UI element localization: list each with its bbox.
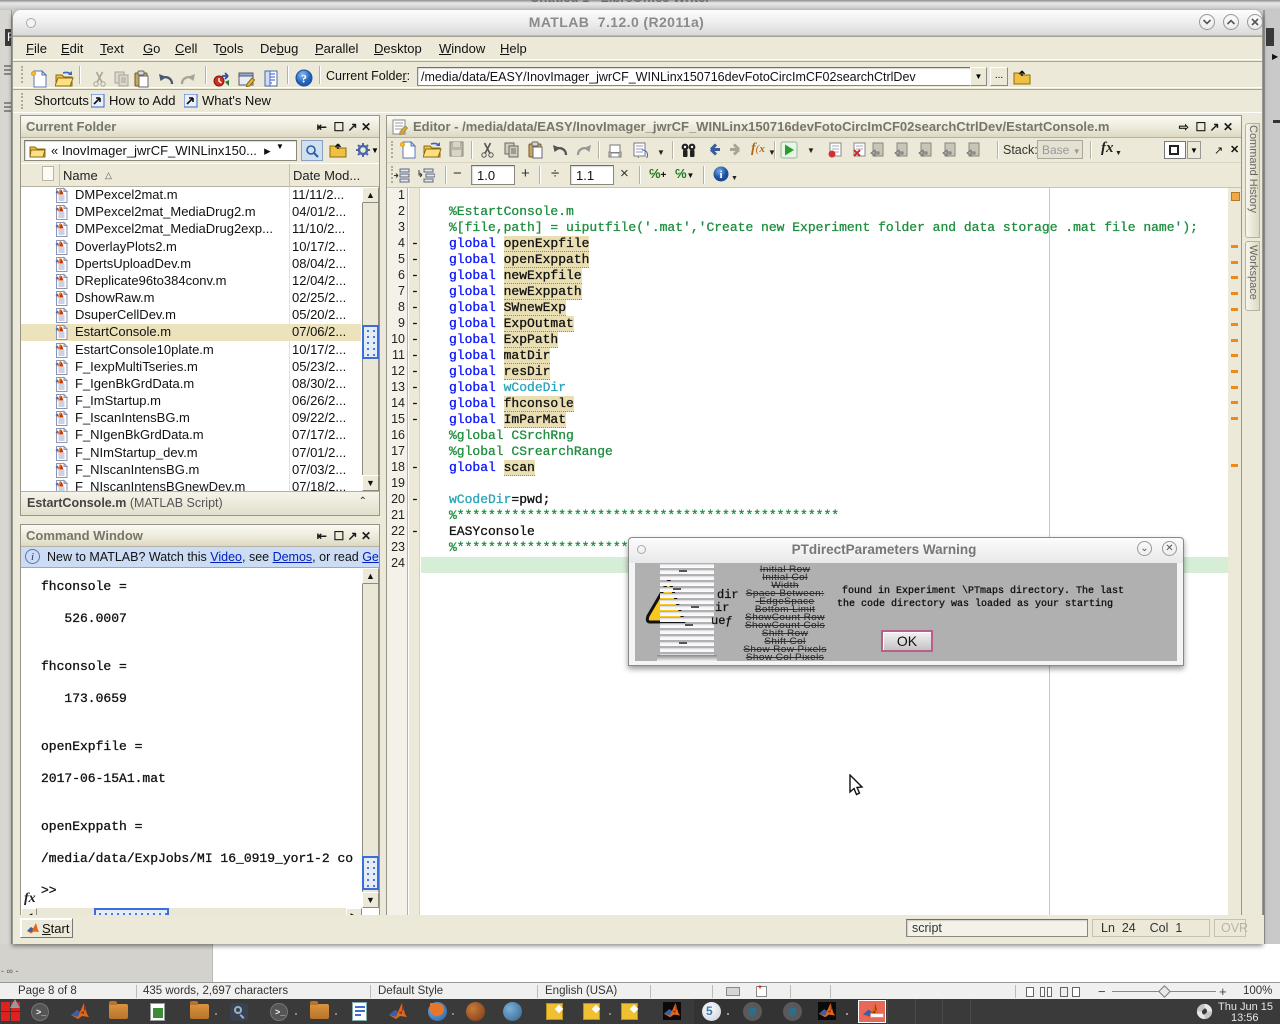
svg-text:?: ?: [301, 72, 307, 86]
svg-text:i: i: [719, 169, 722, 181]
